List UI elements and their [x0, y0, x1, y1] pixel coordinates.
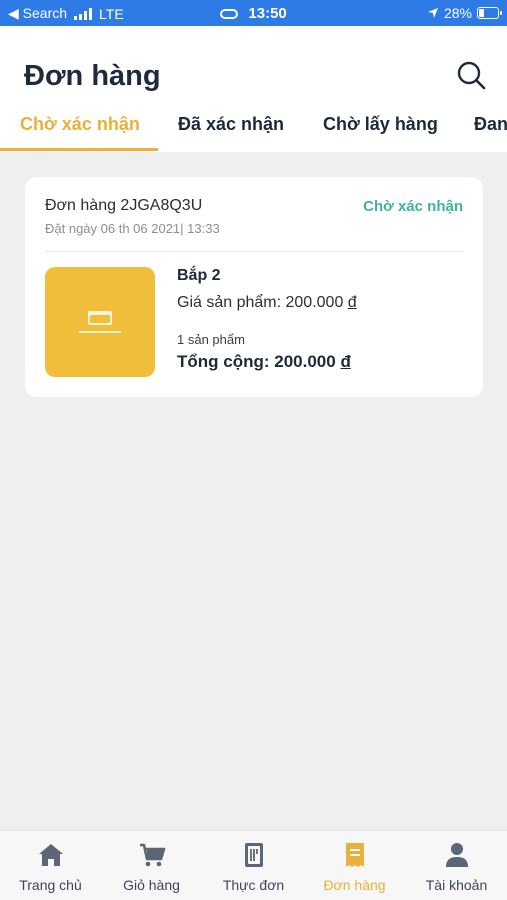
tab-dang-giao[interactable]: Đan — [474, 114, 507, 135]
receipt-icon — [345, 843, 364, 867]
nav-label: Đơn hàng — [323, 877, 386, 893]
nav-label: Giỏ hàng — [123, 877, 180, 893]
divider — [45, 251, 463, 252]
store-logo-icon — [88, 311, 112, 325]
order-status-tabs: Chờ xác nhận Đã xác nhận Chờ lấy hàng Đa… — [0, 110, 507, 152]
status-bar: ◀ Search LTE 13:50 28% — [0, 0, 507, 26]
battery-percent: 28% — [443, 5, 472, 21]
product-thumbnail — [45, 267, 155, 377]
order-card[interactable]: Đơn hàng 2JGA8Q3U Đặt ngày 06 th 06 2021… — [25, 177, 483, 397]
nav-item-gio-hang[interactable]: Giỏ hàng — [101, 831, 202, 900]
currency-symbol: đ — [340, 352, 351, 371]
home-icon — [38, 844, 63, 866]
tab-cho-lay-hang[interactable]: Chờ lấy hàng — [323, 114, 438, 135]
page-title: Đơn hàng — [24, 60, 161, 92]
nav-item-tai-khoan[interactable]: Tài khoản — [406, 831, 507, 900]
tab-cho-xac-nhan[interactable]: Chờ xác nhận — [20, 114, 140, 135]
product-price: Giá sản phẩm: 200.000 đ — [177, 294, 357, 311]
order-date: Đặt ngày 06 th 06 2021| 13:33 — [45, 221, 220, 236]
order-status-badge: Chờ xác nhận — [363, 198, 463, 215]
tab-da-xac-nhan[interactable]: Đã xác nhận — [178, 114, 284, 135]
product-name: Bắp 2 — [177, 267, 221, 284]
battery-icon — [477, 7, 502, 19]
nav-label: Trang chủ — [19, 877, 82, 893]
currency-symbol: đ — [347, 294, 357, 311]
nav-item-don-hang[interactable]: Đơn hàng — [304, 831, 405, 900]
nav-label: Thực đơn — [222, 877, 285, 893]
order-id: Đơn hàng 2JGA8Q3U — [45, 197, 203, 214]
bottom-navigation: Trang chủ Giỏ hàng Thực đơn Đơn hàng Tài… — [0, 830, 507, 900]
menu-book-icon — [244, 843, 263, 867]
user-icon — [445, 843, 468, 867]
page-header: Đơn hàng Chờ xác nhận Đã xác nhận Chờ lấ… — [0, 26, 507, 152]
nav-label: Tài khoản — [425, 877, 488, 893]
order-total: Tổng cộng: 200.000 đ — [177, 352, 351, 371]
link-icon — [220, 9, 239, 20]
active-tab-indicator — [0, 148, 158, 151]
search-icon[interactable] — [455, 59, 487, 91]
nav-item-trang-chu[interactable]: Trang chủ — [0, 831, 101, 900]
clock-time: 13:50 — [248, 5, 287, 22]
location-arrow-icon — [427, 8, 438, 18]
product-quantity: 1 sản phẩm — [177, 332, 245, 347]
nav-item-thuc-don[interactable]: Thực đơn — [203, 831, 304, 900]
cart-icon — [139, 843, 165, 867]
